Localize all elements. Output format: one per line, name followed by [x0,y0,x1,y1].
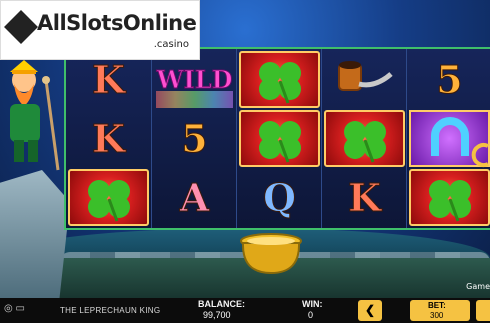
reel-3: Q [236,49,322,228]
symbol-letter: K [91,57,126,103]
hud-menu-icon[interactable]: ◎ ▭ [4,303,25,314]
reel-2: WILD 5 A [151,49,237,228]
game-title: THE LEPRECHAUN KING [60,306,161,315]
bet-box: BET: 300 [410,300,470,321]
leprechaun-character [10,60,60,171]
symbol-clover [409,169,490,226]
reel-1: K K [66,49,151,228]
balance-value: 99,700 [203,310,231,320]
symbol-k: K [68,110,149,167]
win-value: 0 [308,310,314,320]
logo-brand: AllSlotsOnline [37,11,197,35]
symbol-letter: Q [262,175,297,221]
symbol-letter: K [91,116,126,162]
reel-4: K [321,49,407,228]
bet-decrease-button[interactable]: ❮ [358,300,382,321]
symbol-clover [239,51,320,108]
symbol-k: K [324,169,405,226]
site-logo: AllSlotsOnline .casino [0,0,200,60]
game-stage: K K WILD 5 A Q K 5 AllSlotsOnline .casin… [0,0,490,298]
horseshoe-icon [430,116,469,156]
symbol-5: 5 [409,51,490,108]
game-label[interactable]: Game [466,282,490,291]
win-label: WIN: [302,299,323,309]
bet-label: BET: [428,301,446,310]
symbol-pipe [324,51,405,108]
symbol-letter: K [347,175,382,221]
logo-suffix: .casino [153,39,189,50]
reels-frame: K K WILD 5 A Q K 5 [64,47,490,230]
symbol-digit: 5 [436,57,463,103]
clover-icon [428,179,471,222]
reel-5: 5 [406,49,490,228]
clover-icon [343,120,386,163]
symbol-wild-text: WILD [156,65,233,95]
symbol-clover [324,110,405,167]
bet-increase-button[interactable] [476,300,490,321]
symbol-a: A [154,169,235,226]
pot-of-gold [240,233,302,275]
bet-value: 300 [430,311,444,320]
symbol-letter: A [179,175,210,221]
symbol-clover [68,169,149,226]
logo-diamond-icon [4,10,38,44]
chevron-left-icon: ❮ [364,303,376,317]
symbol-digit: 5 [181,116,208,162]
symbol-5: 5 [154,110,235,167]
symbol-clover [239,110,320,167]
bottom-hud: ◎ ▭ THE LEPRECHAUN KING BALANCE: 99,700 … [0,298,490,323]
clover-icon [258,61,301,104]
balance-label: BALANCE: [198,299,245,309]
spin-arrow-icon[interactable] [470,140,490,170]
pipe-icon [337,60,393,91]
symbol-q: Q [239,169,320,226]
clover-icon [87,179,130,222]
cliff [0,170,70,298]
clover-icon [258,120,301,163]
